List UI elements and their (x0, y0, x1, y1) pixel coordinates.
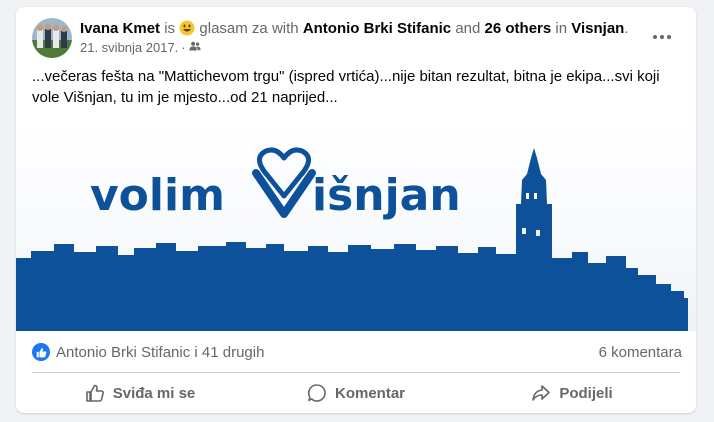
with-word: with (271, 20, 299, 37)
post-meta: 21. svibnja 2017. · (80, 40, 201, 55)
logo-word-volim: volim (90, 170, 225, 221)
share-button[interactable]: Podijeli (464, 377, 680, 409)
others-link[interactable]: 26 others (485, 20, 552, 37)
reactions-bar: Antonio Brki Stifanic i 41 drugih 6 kome… (32, 337, 682, 367)
reactions-summary[interactable]: Antonio Brki Stifanic i 41 drugih (32, 343, 264, 361)
headline-period: . (624, 20, 629, 37)
thumbs-up-icon (85, 384, 104, 402)
dot-separator: · (181, 40, 186, 55)
share-button-label: Podijeli (559, 384, 613, 402)
post-header: Ivana Kmet is glasam za with Antonio Brk… (16, 7, 696, 63)
logo-word-visnjan: išnjan (312, 170, 461, 221)
comment-icon (307, 384, 326, 402)
post-actions: Sviđa mi se Komentar Podijeli (32, 377, 680, 409)
post-text: ...večeras fešta na "Mattichevom trgu" (… (32, 68, 660, 106)
like-icon (32, 343, 50, 361)
more-dots-icon (653, 35, 671, 39)
comment-button[interactable]: Komentar (248, 377, 464, 409)
more-options-button[interactable] (646, 23, 678, 51)
tagged-person-link[interactable]: Antonio Brki Stifanic (303, 20, 451, 37)
like-button-label: Sviđa mi se (112, 384, 196, 402)
author-name[interactable]: Ivana Kmet (80, 20, 160, 37)
like-button[interactable]: Sviđa mi se (32, 377, 248, 409)
post-headline: Ivana Kmet is glasam za with Antonio Brk… (80, 20, 629, 38)
in-word: in (555, 20, 568, 37)
and-word: and (455, 20, 481, 37)
comments-count[interactable]: 6 komentara (599, 344, 682, 361)
friends-icon (189, 40, 201, 55)
post-card: Ivana Kmet is glasam za with Antonio Brk… (16, 7, 696, 413)
reactions-text: Antonio Brki Stifanic i 41 drugih (56, 343, 265, 361)
comment-button-label: Komentar (334, 384, 405, 402)
avatar[interactable] (32, 18, 72, 58)
actions-divider (32, 372, 680, 373)
is-word: is (164, 20, 176, 37)
post-date[interactable]: 21. svibnja 2017. (80, 40, 178, 55)
feeling-text: glasam za (199, 20, 268, 37)
share-icon (532, 385, 551, 401)
location-link[interactable]: Visnjan (571, 20, 624, 37)
smiley-emoji-icon (179, 20, 195, 36)
post-image[interactable]: volim išnjan (16, 118, 696, 331)
